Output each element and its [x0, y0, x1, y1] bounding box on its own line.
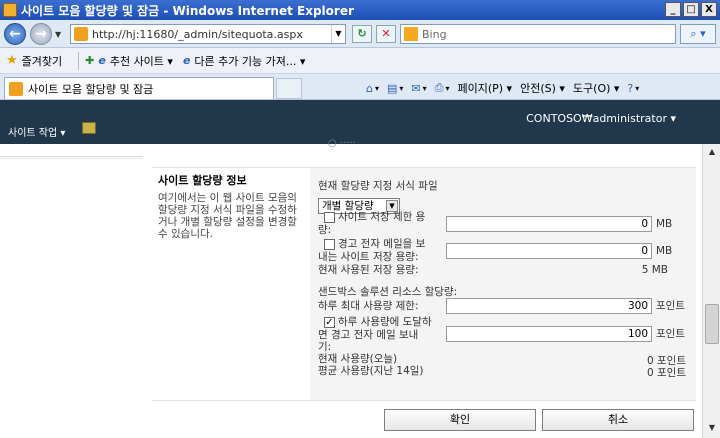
ie-app-icon: [3, 3, 17, 17]
refresh-button[interactable]: ↻: [352, 25, 372, 43]
tab-title: 사이트 모음 할당량 및 잠금: [28, 82, 154, 96]
daily-max-label: 하루 최대 사용량 제한:: [318, 300, 419, 312]
button-bar: 확인 취소: [152, 400, 696, 438]
storage-limit-checkbox[interactable]: [324, 212, 335, 223]
divider: [78, 51, 80, 70]
warning-email-label-2: 내는 사이트 저장 용량:: [318, 251, 419, 263]
feeds-dropdown-icon[interactable]: ▾: [399, 84, 403, 93]
site-actions-menu[interactable]: 사이트 작업 ▾: [8, 124, 65, 139]
home-icon[interactable]: ⌂: [366, 82, 373, 95]
search-button[interactable]: ⌕ ▾: [680, 24, 716, 44]
ie-icon: e: [182, 54, 191, 67]
bing-icon: [404, 27, 418, 41]
scroll-down-icon[interactable]: ▼: [706, 422, 718, 434]
storage-limit-label-1: 사이트 저장 제한 용: [338, 211, 426, 223]
window-titlebar: 사이트 모음 할당량 및 잠금 - Windows Internet Explo…: [0, 0, 720, 20]
help-dropdown-icon[interactable]: ▾: [635, 84, 639, 93]
section-separator: ○ ·····: [152, 138, 696, 168]
address-toolbar: ← → ▼ http://hj:11680/_admin/sitequota.a…: [0, 20, 720, 48]
safety-menu[interactable]: 안전(S) ▾: [520, 80, 565, 96]
warning-email-label-1: 경고 전자 메일을 보: [338, 238, 426, 250]
daily-warn-unit: 포인트: [656, 328, 685, 340]
minimize-button[interactable]: _: [665, 2, 681, 17]
window-title: 사이트 모음 할당량 및 잠금 - Windows Internet Explo…: [21, 3, 354, 18]
close-button[interactable]: X: [701, 2, 717, 17]
suggested-sites-link[interactable]: 추천 사이트 ▾: [110, 53, 173, 69]
daily-max-unit: 포인트: [656, 300, 685, 312]
usage-today-label: 현재 사용량(오늘): [318, 353, 398, 365]
daily-warn-input[interactable]: 100: [446, 326, 652, 342]
favorites-bar: ★ 즐겨찾기 ✚ e 추천 사이트 ▾ e 다른 추가 기능 가져... ▾: [0, 48, 720, 74]
search-placeholder: Bing: [422, 27, 447, 41]
cancel-button[interactable]: 취소: [542, 409, 694, 431]
section-title: 사이트 할당량 정보: [158, 174, 247, 187]
warning-email-checkbox[interactable]: [324, 239, 335, 250]
storage-limit-input[interactable]: 0: [446, 216, 652, 232]
usage-avg-value: 0 포인트: [647, 367, 686, 379]
tab-current[interactable]: 사이트 모음 할당량 및 잠금: [4, 77, 274, 99]
address-dropdown-icon[interactable]: ▼: [331, 25, 345, 43]
left-navigation: [0, 144, 142, 438]
command-bar: ⌂ ▾ ▤ ▾ ✉ ▾ ⎙ ▾ 페이지(P) ▾ 안전(S) ▾ 도구(O) ▾ ? ▾: [366, 79, 647, 97]
divider: [0, 158, 142, 159]
maximize-button[interactable]: □: [683, 2, 699, 17]
site-favicon-icon: [74, 27, 88, 41]
tab-bar: 사이트 모음 할당량 및 잠금 ⌂ ▾ ▤ ▾ ✉ ▾ ⎙ ▾ 페이지(P) ▾ 안전(…: [0, 74, 720, 100]
daily-warn-label-1: 하루 사용량에 도달하: [338, 316, 432, 328]
quota-panel: 현재 할당량 지정 서식 파일 개별 할당량 ▼ 사이트 저장 제한 용 량: …: [310, 168, 696, 400]
mail-icon[interactable]: ✉: [411, 82, 420, 95]
sandbox-label: 샌드박스 솔루션 리소스 할당량:: [318, 286, 458, 298]
current-storage-value: 5 MB: [641, 264, 668, 276]
mail-dropdown-icon[interactable]: ▾: [423, 84, 427, 93]
address-bar[interactable]: http://hj:11680/_admin/sitequota.aspx ▼: [70, 24, 346, 44]
home-dropdown-icon[interactable]: ▾: [375, 84, 379, 93]
print-dropdown-icon[interactable]: ▾: [445, 84, 449, 93]
radio-fragment: ○ ·····: [328, 138, 356, 149]
vertical-scrollbar[interactable]: ▲ ▼: [702, 144, 720, 438]
feeds-icon[interactable]: ▤: [387, 82, 397, 95]
daily-warn-label-2: 면 경고 전자 메일 보내: [318, 329, 419, 341]
search-input[interactable]: Bing: [400, 24, 676, 44]
daily-warn-checkbox[interactable]: ✓: [324, 317, 335, 328]
back-button[interactable]: ←: [4, 23, 26, 45]
page-menu[interactable]: 페이지(P) ▾: [457, 80, 512, 96]
favorites-button[interactable]: 즐겨찾기: [22, 53, 62, 69]
daily-max-input[interactable]: 300: [446, 298, 652, 314]
daily-warn-label-3: 기:: [318, 341, 332, 353]
main-content: ○ ····· 사이트 할당량 정보 여기에서는 이 웹 사이트 모음의 할당량…: [142, 138, 702, 438]
url-text[interactable]: http://hj:11680/_admin/sitequota.aspx: [92, 28, 331, 41]
current-storage-label: 현재 사용된 저장 용량:: [318, 264, 419, 276]
navigate-up-icon[interactable]: [82, 122, 96, 134]
divider: [0, 156, 142, 157]
more-addons-link[interactable]: 다른 추가 기능 가져... ▾: [194, 53, 305, 69]
template-label: 현재 할당량 지정 서식 파일: [318, 180, 438, 192]
print-icon[interactable]: ⎙: [435, 81, 444, 95]
help-icon[interactable]: ?: [627, 82, 633, 95]
usage-avg-label: 평균 사용량(지난 14일): [318, 365, 424, 377]
storage-limit-label-2: 량:: [318, 224, 332, 236]
ok-button[interactable]: 확인: [384, 409, 536, 431]
history-dropdown-icon[interactable]: ▼: [55, 30, 61, 39]
forward-button[interactable]: →: [30, 23, 52, 45]
new-tab-button[interactable]: [276, 78, 302, 99]
storage-limit-unit: MB: [656, 218, 673, 230]
warning-email-unit: MB: [656, 245, 673, 257]
stop-button[interactable]: ✕: [376, 25, 396, 43]
sharepoint-ribbon: CONTOSO₩administrator ▾ 사이트 작업 ▾: [0, 100, 720, 144]
scroll-up-icon[interactable]: ▲: [706, 146, 718, 158]
tab-favicon-icon: [9, 81, 23, 96]
tools-menu[interactable]: 도구(O) ▾: [573, 80, 620, 96]
ie-icon: e: [98, 54, 106, 67]
scroll-thumb[interactable]: [705, 304, 719, 344]
warning-email-input[interactable]: 0: [446, 243, 652, 259]
section-description: 여기에서는 이 웹 사이트 모음의 할당량 지정 서식 파일을 수정하거나 개별…: [158, 192, 297, 240]
add-favorite-icon[interactable]: ✚: [85, 54, 94, 67]
user-menu[interactable]: CONTOSO₩administrator ▾: [526, 112, 676, 125]
favorites-star-icon[interactable]: ★: [6, 53, 18, 68]
